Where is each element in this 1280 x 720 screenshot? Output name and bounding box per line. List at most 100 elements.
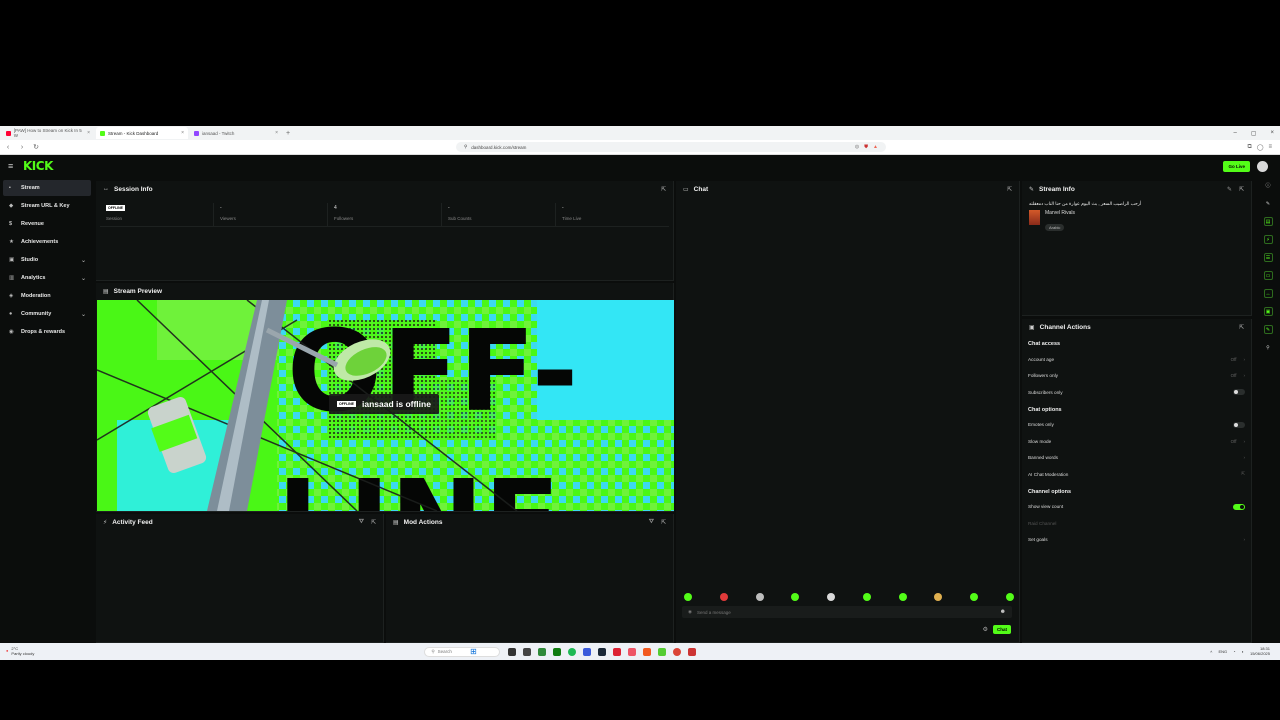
- filter-icon[interactable]: ⛛: [359, 519, 364, 526]
- chat-send-button[interactable]: Chat: [993, 625, 1011, 634]
- popout-icon[interactable]: ⇱: [1239, 324, 1244, 331]
- row-banned-words[interactable]: Banned words ›: [1022, 450, 1251, 467]
- brave-icon[interactable]: [643, 647, 652, 656]
- row-subscribers-only[interactable]: Subscribers only: [1022, 384, 1251, 401]
- kick-logo[interactable]: KICK: [23, 159, 53, 173]
- sidebar-item-moderation[interactable]: ◈ Moderation: [3, 288, 91, 304]
- back-icon[interactable]: ‹: [4, 144, 12, 151]
- chevron-right-icon[interactable]: ›: [1244, 373, 1246, 378]
- maximize-icon[interactable]: ▢: [1251, 130, 1257, 137]
- sidebar-item-revenue[interactable]: $ Revenue: [3, 216, 91, 232]
- chat-input[interactable]: ◉ Send a message ☻: [682, 606, 1012, 618]
- chevron-right-icon[interactable]: ›: [1244, 439, 1246, 444]
- pin-icon[interactable]: ⚲: [1264, 343, 1273, 352]
- volume-icon[interactable]: ◖: [1242, 649, 1244, 654]
- spotify-icon[interactable]: [568, 647, 577, 656]
- activity-widget-icon[interactable]: ⚡: [1263, 235, 1273, 244]
- chevron-down-icon[interactable]: ⌄: [81, 257, 86, 264]
- emotes-only-toggle[interactable]: [1233, 421, 1245, 428]
- app-icon[interactable]: [583, 647, 592, 656]
- row-ai-chat-moderation[interactable]: AI Chat Moderation ⇱: [1022, 466, 1251, 483]
- close-icon[interactable]: ×: [87, 130, 90, 136]
- app-icon[interactable]: [628, 647, 637, 656]
- mod-widget-icon[interactable]: ▣: [1263, 307, 1273, 316]
- emote-icon[interactable]: [684, 593, 692, 601]
- url-input[interactable]: ⚲ dashboard.kick.com/stream ◍ ⛊ ▲: [456, 142, 886, 152]
- browser-tab-3[interactable]: iansaad - Twitch ×: [190, 127, 282, 139]
- new-tab-button[interactable]: +: [286, 130, 290, 137]
- minimize-icon[interactable]: –: [1233, 130, 1236, 137]
- show-view-count-toggle[interactable]: [1233, 503, 1245, 510]
- close-window-icon[interactable]: ×: [1270, 130, 1274, 137]
- row-followers-only[interactable]: Followers only Off ›: [1022, 368, 1251, 385]
- tools-widget-icon[interactable]: ✎: [1263, 325, 1273, 334]
- preview-widget-icon[interactable]: ↔: [1263, 289, 1273, 298]
- external-link-icon[interactable]: ⇱: [1241, 471, 1245, 477]
- emote-icon[interactable]: [791, 593, 800, 601]
- app-icon[interactable]: [613, 647, 622, 656]
- extension-icon[interactable]: ◍: [855, 144, 859, 150]
- row-emotes-only[interactable]: Emotes only: [1022, 417, 1251, 434]
- chevron-right-icon[interactable]: ›: [1244, 455, 1246, 460]
- gear-icon[interactable]: ⚙: [983, 626, 988, 633]
- emote-icon[interactable]: [1005, 593, 1014, 601]
- emote-icon[interactable]: [719, 593, 728, 601]
- sidebar-item-stream[interactable]: ▪ Stream: [3, 180, 91, 196]
- steam-icon[interactable]: [598, 647, 607, 656]
- task-view-icon[interactable]: [508, 647, 517, 656]
- taskbar-search-input[interactable]: ⚲ Search: [424, 646, 501, 657]
- popout-icon[interactable]: ⇱: [371, 519, 376, 526]
- chevron-down-icon[interactable]: ⌄: [81, 311, 86, 318]
- edit-icon[interactable]: ✎: [1227, 186, 1232, 193]
- brave-shield-icon[interactable]: ▲: [873, 144, 878, 150]
- row-account-age[interactable]: Account age Off ›: [1022, 351, 1251, 368]
- chrome-icon[interactable]: [673, 647, 682, 656]
- row-slow-mode[interactable]: Slow mode Off ›: [1022, 433, 1251, 450]
- close-icon[interactable]: ×: [181, 130, 184, 136]
- emote-icon[interactable]: [755, 593, 764, 601]
- row-set-goals[interactable]: Set goals ›: [1022, 532, 1251, 549]
- go-live-button[interactable]: Go Live: [1223, 160, 1250, 172]
- sidebar-item-community[interactable]: ● Community ⌄: [3, 306, 91, 322]
- profile-icon[interactable]: ◯: [1257, 144, 1264, 151]
- sidebar-item-drops-rewards[interactable]: ◉ Drops & rewards: [3, 324, 91, 340]
- app-icon[interactable]: [688, 647, 697, 656]
- file-explorer-icon[interactable]: [523, 647, 532, 656]
- forward-icon[interactable]: ›: [18, 144, 26, 151]
- menu-icon[interactable]: ≡: [1268, 144, 1272, 151]
- emoji-icon[interactable]: ☻: [1000, 609, 1006, 615]
- chevron-right-icon[interactable]: ›: [1244, 537, 1246, 542]
- popout-icon[interactable]: ⇱: [661, 186, 666, 193]
- nvidia-icon[interactable]: [538, 647, 547, 656]
- info-icon[interactable]: ⓘ: [1264, 181, 1273, 190]
- extensions-icon[interactable]: ⧉: [1247, 144, 1251, 151]
- reload-icon[interactable]: ↻: [32, 143, 40, 151]
- chevron-down-icon[interactable]: ⌄: [81, 275, 86, 282]
- emote-icon[interactable]: [934, 593, 943, 601]
- ublock-icon[interactable]: ⛊: [864, 144, 868, 150]
- session-widget-icon[interactable]: ▤: [1263, 217, 1273, 226]
- popout-icon[interactable]: ⇱: [1239, 186, 1244, 193]
- popout-icon[interactable]: ⇱: [1007, 186, 1012, 193]
- edit-icon[interactable]: ✎: [1264, 199, 1273, 208]
- chevron-right-icon[interactable]: ›: [1244, 357, 1246, 362]
- subscribers-only-toggle[interactable]: [1233, 389, 1245, 396]
- chevron-up-icon[interactable]: ˄: [1210, 649, 1212, 654]
- emote-icon[interactable]: [827, 593, 836, 601]
- hamburger-menu-icon[interactable]: ≡: [8, 161, 20, 171]
- clock[interactable]: 18:31 15/06/2025: [1250, 646, 1270, 656]
- sidebar-item-achievements[interactable]: ★ Achievements: [3, 234, 91, 250]
- chat-widget-icon[interactable]: ▭: [1263, 271, 1273, 280]
- list-widget-icon[interactable]: ☰: [1263, 253, 1273, 262]
- user-avatar[interactable]: [1257, 160, 1268, 172]
- xbox-icon[interactable]: [553, 647, 562, 656]
- emote-icon[interactable]: [970, 593, 979, 601]
- language-indicator[interactable]: ENG: [1218, 649, 1227, 654]
- windows-start-icon[interactable]: ⊞: [470, 647, 477, 656]
- app-icon[interactable]: [658, 647, 667, 656]
- filter-icon[interactable]: ⛛: [649, 519, 654, 526]
- network-icon[interactable]: ◔: [1233, 649, 1235, 654]
- sidebar-item-stream-url-key[interactable]: ◆ Stream URL & Key: [3, 198, 91, 214]
- emote-icon[interactable]: [862, 593, 871, 601]
- browser-tab-2[interactable]: Stream - Kick Dashboard ×: [96, 127, 188, 139]
